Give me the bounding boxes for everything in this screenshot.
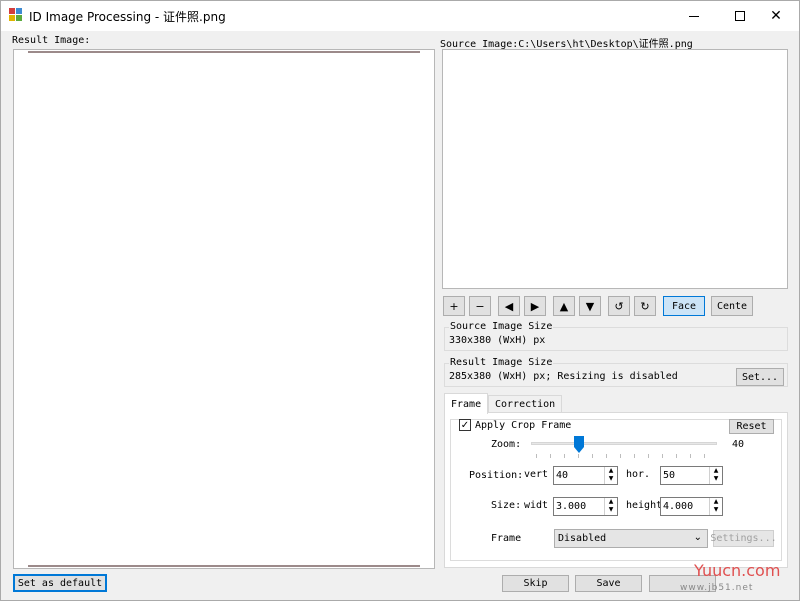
set-size-button[interactable]: Set... <box>736 368 784 386</box>
watermark-sub: www.jb51.net <box>680 583 754 593</box>
face-button[interactable]: Face <box>663 296 705 316</box>
reset-button[interactable]: Reset <box>729 419 774 434</box>
tab-correction[interactable]: Correction <box>488 395 563 413</box>
slider-tick <box>704 454 705 458</box>
rotate-ccw-icon: ↺ <box>614 299 624 313</box>
frame-settings-button[interactable]: Settings... <box>710 530 777 547</box>
frame-select-label: Frame <box>491 533 522 544</box>
vert-value: 40 <box>556 470 569 481</box>
arrow-up-icon: ▲ <box>559 299 569 313</box>
spin-down-icon[interactable]: ▼ <box>605 475 617 483</box>
result-size-value: 285x380 (WxH) px; Resizing is disabled <box>449 371 678 382</box>
source-size-group: Source Image Size 330x380 (WxH) px <box>444 321 788 351</box>
plus-icon: + <box>449 299 459 313</box>
slider-tick <box>648 454 649 458</box>
hor-stepper[interactable]: 50 ▲ ▼ <box>660 466 723 485</box>
slider-tick <box>592 454 593 458</box>
zoom-slider-track[interactable] <box>531 442 717 445</box>
window-title: ID Image Processing - 证件照.png <box>29 10 226 24</box>
spin-up-icon[interactable]: ▲ <box>605 498 617 506</box>
rotate-cw-icon: ↻ <box>640 299 650 313</box>
zoom-label: Zoom: <box>491 439 522 450</box>
skip-button[interactable]: Skip <box>502 575 569 592</box>
slider-tick <box>550 454 551 458</box>
minimize-icon <box>689 15 699 17</box>
slider-tick <box>634 454 635 458</box>
apply-crop-frame-checkbox[interactable]: ✓ <box>459 419 471 431</box>
zoom-in-button[interactable]: + <box>443 296 465 316</box>
result-image-view[interactable] <box>13 49 435 569</box>
height-stepper-arrows[interactable]: ▲ ▼ <box>709 498 722 515</box>
save-button[interactable]: Save <box>575 575 642 592</box>
frame-select-value: Disabled <box>558 533 607 544</box>
spin-down-icon[interactable]: ▼ <box>710 475 722 483</box>
app-icon <box>9 8 23 22</box>
set-as-default-button[interactable]: Set as default <box>13 574 107 592</box>
app-window: ID Image Processing - 证件照.png ✕ Result I… <box>0 0 800 601</box>
crop-frame-top <box>28 51 420 53</box>
maximize-icon <box>735 11 745 21</box>
spin-up-icon[interactable]: ▲ <box>710 498 722 506</box>
move-right-button[interactable]: ▶ <box>524 296 546 316</box>
zoom-out-button[interactable]: − <box>469 296 491 316</box>
width-label: widt <box>524 500 549 511</box>
move-left-button[interactable]: ◀ <box>498 296 520 316</box>
vert-label: vert <box>524 469 549 480</box>
source-size-value: 330x380 (WxH) px <box>449 335 546 346</box>
slider-tick <box>690 454 691 458</box>
result-image-label: Result Image: <box>12 35 91 46</box>
slider-tick <box>564 454 565 458</box>
arrow-down-icon: ▼ <box>585 299 595 313</box>
size-label: Size: <box>491 500 522 511</box>
width-stepper-arrows[interactable]: ▲ ▼ <box>604 498 617 515</box>
zoom-value: 40 <box>732 439 745 450</box>
zoom-slider-thumb[interactable] <box>574 436 584 453</box>
title-bar[interactable]: ID Image Processing - 证件照.png ✕ <box>1 1 799 31</box>
slider-tick <box>606 454 607 458</box>
width-stepper[interactable]: 3.000 ▲ ▼ <box>553 497 618 516</box>
tab-frame[interactable]: Frame <box>444 393 489 414</box>
crop-frame-bottom <box>28 565 420 567</box>
chevron-down-icon: ⌄ <box>693 532 702 543</box>
arrow-right-icon: ▶ <box>530 299 540 313</box>
hor-label: hor. <box>626 469 651 480</box>
rotate-right-button[interactable]: ↻ <box>634 296 656 316</box>
spin-up-icon[interactable]: ▲ <box>710 467 722 475</box>
slider-tick <box>620 454 621 458</box>
width-value: 3.000 <box>556 501 587 512</box>
minus-icon: − <box>475 299 485 313</box>
spin-down-icon[interactable]: ▼ <box>710 506 722 514</box>
source-size-title: Source Image Size <box>449 321 554 332</box>
rotate-left-button[interactable]: ↺ <box>608 296 630 316</box>
vert-stepper-arrows[interactable]: ▲ ▼ <box>604 467 617 484</box>
minimize-button[interactable] <box>671 1 717 31</box>
slider-tick <box>536 454 537 458</box>
apply-crop-frame-label: Apply Crop Frame <box>475 420 574 431</box>
source-image-view[interactable] <box>442 49 788 289</box>
checkmark-icon: ✓ <box>460 419 470 431</box>
hor-stepper-arrows[interactable]: ▲ ▼ <box>709 467 722 484</box>
slider-tick <box>676 454 677 458</box>
close-button[interactable]: ✕ <box>753 1 799 31</box>
spin-up-icon[interactable]: ▲ <box>605 467 617 475</box>
slider-tick <box>578 454 579 458</box>
vert-stepper[interactable]: 40 ▲ ▼ <box>553 466 618 485</box>
watermark-main: Yuucn.com <box>694 561 781 580</box>
source-image-label: Source Image:C:\Users\ht\Desktop\证件照.png <box>440 39 693 50</box>
hor-value: 50 <box>663 470 676 481</box>
frame-select[interactable]: Disabled ⌄ <box>554 529 708 548</box>
spin-down-icon[interactable]: ▼ <box>605 506 617 514</box>
height-value: 4.000 <box>663 501 694 512</box>
height-label: height <box>626 500 663 511</box>
watermark: Yuucn.com www.jb51.net <box>666 557 796 599</box>
move-up-button[interactable]: ▲ <box>553 296 575 316</box>
close-icon: ✕ <box>770 8 782 24</box>
center-button[interactable]: Cente <box>711 296 753 316</box>
result-size-title: Result Image Size <box>449 357 554 368</box>
move-down-button[interactable]: ▼ <box>579 296 601 316</box>
height-stepper[interactable]: 4.000 ▲ ▼ <box>660 497 723 516</box>
slider-tick <box>662 454 663 458</box>
arrow-left-icon: ◀ <box>504 299 514 313</box>
position-label: Position: <box>469 470 524 481</box>
